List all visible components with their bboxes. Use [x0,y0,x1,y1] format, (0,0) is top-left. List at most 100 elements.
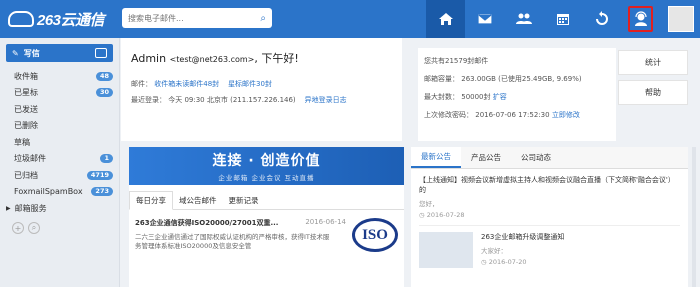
search-input[interactable] [128,13,248,23]
modify-password-link[interactable]: 立即修改 [552,111,580,119]
password-value: 2016-07-06 17:52:30 [475,111,550,119]
folder-drafts[interactable]: 草稿 [0,134,119,151]
tab-product-notice[interactable]: 产品公告 [461,147,511,168]
share-panel: 连接 · 创造价值 企业邮箱 企业会议 互动直播 每日分享 域公告邮件 更新记录… [129,147,404,287]
sync-icon[interactable] [582,0,621,38]
greeting-heading: Admin <test@net263.com>, 下午好! [131,50,392,66]
folder-spam[interactable]: 垃圾邮件 1 [0,151,119,168]
tab-update-log[interactable]: 更新记录 [223,191,265,209]
notice-thumbnail [419,232,473,268]
folder-starred[interactable]: 已星标 30 [0,85,119,102]
notice-item[interactable]: 263企业邮箱升级调整通知 大家好： ◷ 2016-07-20 [419,232,680,268]
folder-label: 垃圾邮件 [14,154,46,164]
compose-label: 写信 [23,48,40,58]
home-icon[interactable] [426,0,465,38]
calendar-icon[interactable] [543,0,582,38]
folder-label: 已删除 [14,121,38,131]
share-title: 263企业通信获得ISO20000/27001双重... [135,219,279,227]
tab-domain-notice[interactable]: 域公告邮件 [173,191,223,209]
notice-date-text: 2016-07-20 [488,258,527,266]
notice-panel: 最新公告 产品公告 公司动态 【上线通知】视频会议新增虚拟主持人和视频会议融合直… [411,147,688,287]
unread-badge: 4719 [86,170,113,180]
sidebar-tools: + ⌕ [0,222,119,234]
mail-icon[interactable] [465,0,504,38]
tab-company-news[interactable]: 公司动态 [511,147,561,168]
share-tabs: 每日分享 域公告邮件 更新记录 [129,191,404,210]
folder-inbox[interactable]: 收件箱 48 [0,68,119,85]
unread-link[interactable]: 收件箱未读邮件48封 [154,80,219,88]
capacity-line: 邮箱容量： 263.00GB (已使用25.49GB, 9.69%) [424,74,610,84]
avatar[interactable] [668,6,694,32]
iso-logo: ISO [352,218,398,252]
add-icon[interactable]: + [12,222,24,234]
notice-date-text: 2016-07-28 [426,211,465,219]
notice-tabs: 最新公告 产品公告 公司动态 [411,147,688,169]
inbox-receive-icon[interactable] [95,48,107,58]
logo[interactable]: 263云通信 [8,7,105,31]
search-icon[interactable]: ⌕ [260,13,266,24]
promo-banner[interactable]: 连接 · 创造价值 企业邮箱 企业会议 互动直播 [129,147,404,185]
user-email: <test@net263.com> [169,55,255,64]
search-folder-icon[interactable]: ⌕ [28,222,40,234]
top-bar: 263云通信 ⌕ [0,0,700,38]
mailbox-stats: 您共有21579封邮件 邮箱容量： 263.00GB (已使用25.49GB, … [418,48,616,141]
compose-button[interactable]: ✎ 写信 [6,44,113,62]
mail-services-group[interactable]: ▶ 邮箱服务 [0,200,119,216]
search-box[interactable]: ⌕ [122,8,272,28]
tab-latest-notice[interactable]: 最新公告 [411,147,461,168]
unread-badge: 273 [91,187,113,197]
logo-text: 263云通信 [37,11,105,29]
share-date: 2016-06-14 [305,218,346,226]
user-service-icon[interactable] [628,6,653,32]
max-count-line: 最大封数： 50000封 扩容 [424,92,610,102]
unread-badge: 48 [95,71,113,81]
folder-archived[interactable]: 已归档 4719 [0,167,119,184]
total-mail: 您共有21579封邮件 [424,57,489,65]
banner-title: 连接 · 创造价值 [212,153,321,169]
blank-slot [618,110,688,135]
password-line: 上次修改密码： 2016-07-06 17:52:30 立即修改 [424,110,610,120]
abnormal-login-link[interactable]: 异地登录日志 [305,96,347,104]
last-login-label: 最近登录： [131,96,166,104]
tab-daily-share[interactable]: 每日分享 [129,191,173,210]
folder-label: 已发送 [14,104,38,114]
nav-icons [426,0,660,38]
notice-date: ◷ 2016-07-28 [419,211,465,219]
capacity-value: 263.00GB (已使用25.49GB, 9.69%) [461,75,582,83]
sidebar: ✎ 写信 收件箱 48 已星标 30 已发送 已删除 草稿 垃圾邮件 1 已归档… [0,38,120,287]
starred-link[interactable]: 星标邮件30封 [228,80,272,88]
folder-foxmail-spam[interactable]: FoxmailSpamBox 273 [0,184,119,201]
notice-title: 263企业邮箱升级调整通知 [481,233,565,241]
greeting-text: , 下午好! [254,52,299,65]
group-label: 邮箱服务 [14,203,47,213]
folder-label: FoxmailSpamBox [14,187,83,197]
caret-right-icon: ▶ [6,204,11,212]
scrollbar[interactable] [692,147,696,287]
max-count-value: 50000封 [461,93,491,101]
contacts-icon[interactable] [504,0,543,38]
user-name: Admin [131,52,167,65]
help-button[interactable]: 帮助 [618,80,688,105]
notice-item[interactable]: 【上线通知】视频会议新增虚拟主持人和视频会议融合直播（下文简称'融合会议'）的 … [419,175,680,226]
unread-badge: 30 [95,88,113,98]
mail-label: 邮件： [131,80,152,88]
welcome-panel: Admin <test@net263.com>, 下午好! 邮件： 收件箱未读邮… [121,38,402,141]
password-label: 上次修改密码： [424,111,473,119]
expand-link[interactable]: 扩容 [493,93,507,101]
statistics-button[interactable]: 统计 [618,50,688,75]
last-login-value: 今天 09:30 北京市 (211.157.226.146) [168,96,296,104]
notice-meta: 大家好： [481,247,507,255]
unread-badge: 1 [100,154,113,164]
share-body: 二六三企业通信通过了国际权威认证机构的严格审核，获得IT技术服务管理体系标准IS… [135,233,330,250]
notice-meta: 您好， [419,200,439,208]
mail-summary: 邮件： 收件箱未读邮件48封 星标邮件30封 [131,79,392,89]
max-count-label: 最大封数： [424,93,459,101]
pen-icon: ✎ [12,48,19,58]
share-item[interactable]: 263企业通信获得ISO20000/27001双重... 2016-06-14 … [129,210,404,259]
folder-label: 收件箱 [14,71,38,81]
folder-sent[interactable]: 已发送 [0,101,119,118]
last-login: 最近登录： 今天 09:30 北京市 (211.157.226.146) 异地登… [131,95,392,105]
capacity-label: 邮箱容量： [424,75,459,83]
folder-deleted[interactable]: 已删除 [0,118,119,135]
banner-subtitle: 企业邮箱 企业会议 互动直播 [218,174,315,182]
